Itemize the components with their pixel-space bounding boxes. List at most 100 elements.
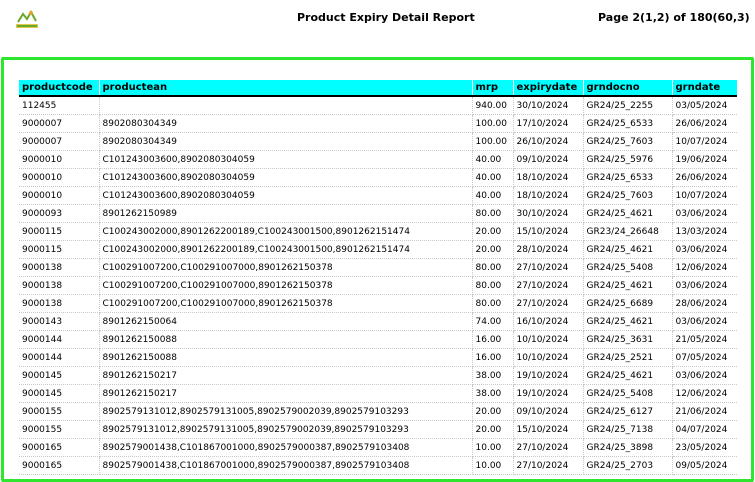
cell-mrp: 20.00 [472, 222, 514, 241]
cell-productean [99, 96, 473, 115]
cell-grndate: 03/06/2024 [672, 366, 737, 385]
cell-productcode: 9000138 [19, 294, 100, 313]
cell-expirydate: 27/10/2024 [513, 438, 584, 457]
cell-productcode: 9000007 [19, 114, 100, 133]
table-row: 9000115 C100243002000,8901262200189,C1002… [19, 240, 737, 259]
cell-grndate: 12/06/2024 [672, 258, 737, 277]
cell-grndocno: GR24/25_6533 [583, 168, 673, 187]
cell-expirydate: 10/10/2024 [513, 348, 584, 367]
table-header-row: productcode productean mrp expirydate grndoc… [19, 80, 737, 97]
cell-grndate: 26/06/2024 [672, 114, 737, 133]
cell-productean: C100243002000,8901262200189,C10024300150… [99, 222, 473, 241]
cell-grndocno: GR24/25_4621 [583, 312, 673, 331]
cell-productean: 8902579131012,8902579131005,890257900203… [99, 402, 473, 421]
table-row: 9000010 C101243003600,8902080304059 40.00 1… [19, 168, 737, 187]
cell-grndate: 03/06/2024 [672, 276, 737, 295]
cell-grndocno: GR24/25_6689 [583, 294, 673, 313]
table-row: 9000010 C101243003600,8902080304059 40.00 1… [19, 186, 737, 205]
cell-grndate: 03/06/2024 [672, 312, 737, 331]
table-row: 9000007 8902080304349 100.00 17/10/2024 GR24… [19, 114, 737, 133]
cell-productcode: 9000138 [19, 258, 100, 277]
cell-productcode: 9000144 [19, 330, 100, 349]
cell-expirydate: 27/10/2024 [513, 258, 584, 277]
cell-grndate: 23/05/2024 [672, 438, 737, 457]
cell-expirydate: 27/10/2024 [513, 456, 584, 475]
table-row: 9000093 8901262150989 80.00 30/10/2024 GR24/… [19, 204, 737, 223]
cell-productean: 8901262150989 [99, 204, 473, 223]
cell-mrp: 100.00 [472, 132, 514, 151]
cell-grndocno: GR24/25_3898 [583, 438, 673, 457]
table-row: 9000143 8901262150064 74.00 16/10/2024 GR24/… [19, 312, 737, 331]
cell-grndate: 10/07/2024 [672, 186, 737, 205]
cell-expirydate: 18/10/2024 [513, 168, 584, 187]
cell-mrp: 80.00 [472, 204, 514, 223]
cell-grndate: 03/05/2024 [672, 96, 737, 115]
table-row: 9000155 8902579131012,8902579131005,89025… [19, 420, 737, 439]
cell-grndocno: GR24/25_2255 [583, 96, 673, 115]
cell-grndocno: GR24/25_2703 [583, 456, 673, 475]
cell-mrp: 40.00 [472, 186, 514, 205]
column-header-productean: productean [99, 80, 473, 97]
report-title: Product Expiry Detail Report [297, 11, 475, 24]
cell-expirydate: 09/10/2024 [513, 150, 584, 169]
cell-expirydate: 17/10/2024 [513, 114, 584, 133]
cell-productean: C100291007200,C100291007000,890126215037… [99, 258, 473, 277]
cell-expirydate: 16/10/2024 [513, 312, 584, 331]
cell-productcode: 9000115 [19, 222, 100, 241]
cell-grndate: 13/03/2024 [672, 222, 737, 241]
cell-productcode: 9000165 [19, 438, 100, 457]
cell-productean: 8901262150217 [99, 366, 473, 385]
cell-grndate: 09/05/2024 [672, 456, 737, 475]
cell-grndocno: GR24/25_3631 [583, 330, 673, 349]
table-row: 9000165 8902579001438,C101867001000,89025… [19, 456, 737, 475]
cell-mrp: 20.00 [472, 402, 514, 421]
cell-expirydate: 30/10/2024 [513, 204, 584, 223]
cell-expirydate: 19/10/2024 [513, 384, 584, 403]
cell-mrp: 74.00 [472, 312, 514, 331]
cell-mrp: 38.00 [472, 384, 514, 403]
cell-grndocno: GR24/25_4621 [583, 204, 673, 223]
table-body: 112455 940.00 30/10/2024 GR24/25_2255 03/05/… [19, 96, 737, 475]
cell-mrp: 20.00 [472, 240, 514, 259]
table-row: 9000145 8901262150217 38.00 19/10/2024 GR24/… [19, 384, 737, 403]
cell-expirydate: 10/10/2024 [513, 330, 584, 349]
cell-grndate: 21/06/2024 [672, 402, 737, 421]
cell-mrp: 20.00 [472, 420, 514, 439]
cell-productean: 8901262150064 [99, 312, 473, 331]
cell-productean: 8902080304349 [99, 114, 473, 133]
cell-productean: 8902579001438,C101867001000,890257900038… [99, 456, 473, 475]
cell-mrp: 40.00 [472, 168, 514, 187]
cell-productcode: 9000010 [19, 186, 100, 205]
report-frame: productcode productean mrp expirydate grndoc… [1, 57, 754, 482]
cell-grndate: 04/07/2024 [672, 420, 737, 439]
table-row: 9000144 8901262150088 16.00 10/10/2024 GR24/… [19, 348, 737, 367]
cell-productcode: 112455 [19, 96, 100, 115]
cell-productean: C100291007200,C100291007000,890126215037… [99, 276, 473, 295]
cell-grndate: 12/06/2024 [672, 384, 737, 403]
cell-productean: C101243003600,8902080304059 [99, 150, 473, 169]
cell-productcode: 9000165 [19, 456, 100, 475]
cell-expirydate: 15/10/2024 [513, 420, 584, 439]
cell-grndocno: GR24/25_5408 [583, 258, 673, 277]
cell-mrp: 80.00 [472, 276, 514, 295]
cell-grndate: 07/05/2024 [672, 348, 737, 367]
cell-mrp: 80.00 [472, 294, 514, 313]
cell-productcode: 9000145 [19, 384, 100, 403]
column-header-grndate: grndate [672, 80, 737, 97]
cell-productean: 8901262150088 [99, 348, 473, 367]
cell-expirydate: 27/10/2024 [513, 294, 584, 313]
cell-productean: C100243002000,8901262200189,C10024300150… [99, 240, 473, 259]
cell-grndocno: GR24/25_4621 [583, 276, 673, 295]
cell-productean: 8901262150217 [99, 384, 473, 403]
cell-grndate: 26/06/2024 [672, 168, 737, 187]
table-row: 9000007 8902080304349 100.00 26/10/2024 GR24… [19, 132, 737, 151]
cell-expirydate: 19/10/2024 [513, 366, 584, 385]
cell-mrp: 10.00 [472, 438, 514, 457]
cell-productcode: 9000010 [19, 168, 100, 187]
cell-expirydate: 28/10/2024 [513, 240, 584, 259]
table-row: 9000155 8902579131012,8902579131005,89025… [19, 402, 737, 421]
table-row: 9000115 C100243002000,8901262200189,C1002… [19, 222, 737, 241]
cell-productean: 8902579001438,C101867001000,890257900038… [99, 438, 473, 457]
table-row: 9000138 C100291007200,C100291007000,89012… [19, 294, 737, 313]
cell-grndocno: GR24/25_5976 [583, 150, 673, 169]
